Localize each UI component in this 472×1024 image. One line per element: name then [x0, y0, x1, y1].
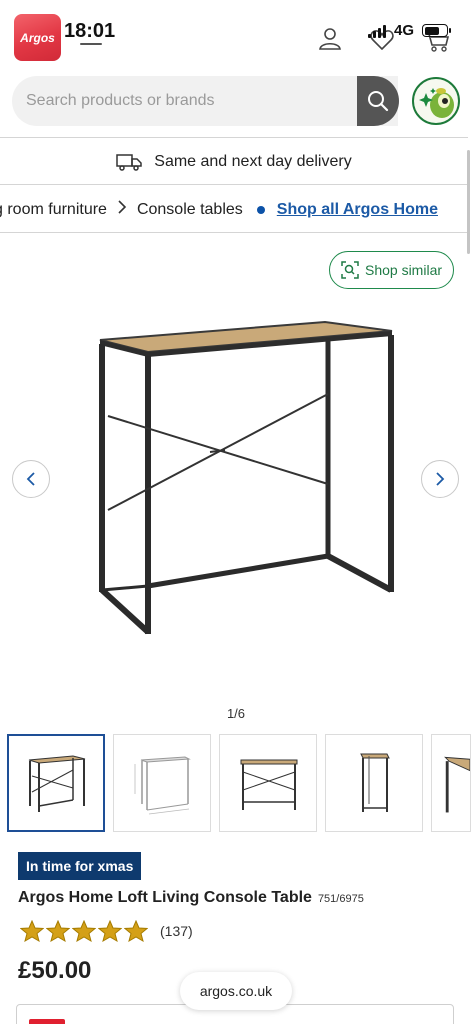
divider [0, 184, 468, 185]
next-image-button[interactable] [421, 460, 459, 498]
chevron-left-icon [26, 472, 35, 486]
thumbnail-3[interactable] [219, 734, 317, 832]
account-icon[interactable] [318, 28, 344, 55]
browser-url-bar[interactable]: argos.co.uk [180, 972, 292, 1010]
star-icon [20, 920, 44, 942]
visual-search-icon [341, 261, 359, 279]
assistant-avatar[interactable] [412, 77, 460, 125]
breadcrumb-item-console-tables[interactable]: Console tables [137, 201, 243, 219]
status-time: 18:01 [64, 20, 116, 42]
delivery-banner[interactable]: Same and next day delivery [0, 140, 468, 184]
review-count[interactable]: (137) [160, 923, 193, 939]
divider [0, 232, 468, 233]
status-indicators: 4G [362, 22, 451, 39]
logo-text: Argos [20, 30, 55, 45]
search-box [12, 76, 398, 126]
star-icon [72, 920, 96, 942]
menu-indicator [80, 43, 102, 45]
argos-app-logo[interactable]: Argos [14, 14, 61, 61]
shop-similar-button[interactable]: Shop similar [329, 251, 454, 289]
chevron-right-icon [436, 472, 445, 486]
product-price: £50.00 [18, 957, 92, 984]
network-type: 4G [393, 22, 414, 39]
thumbnail-2[interactable] [113, 734, 211, 832]
sparkle-character-icon [419, 88, 454, 118]
divider [0, 137, 468, 138]
battery-icon [422, 24, 451, 37]
star-icon [124, 920, 148, 942]
star-icon [98, 920, 122, 942]
product-title: Argos Home Loft Living Console Table [18, 889, 312, 906]
chevron-right-icon [117, 200, 127, 219]
shop-similar-label: Shop similar [364, 262, 443, 278]
signal-icon [367, 24, 386, 38]
delivery-text: Same and next day delivery [154, 153, 352, 170]
catalogue-number: 751/6975 [317, 893, 364, 905]
product-title-row: Argos Home Loft Living Console Table 751… [18, 889, 364, 907]
bullet-dot [256, 205, 265, 214]
status-bar: Argos 18:01 4G [0, 0, 472, 64]
page-scrollbar[interactable] [467, 150, 470, 254]
card-accent [29, 1019, 65, 1024]
image-pager: 1/6 [226, 706, 246, 721]
thumbnail-5[interactable] [431, 734, 471, 832]
thumbnail-4[interactable] [325, 734, 423, 832]
search-row [12, 76, 460, 126]
xmas-delivery-badge: In time for xmas [18, 852, 142, 880]
product-main-image[interactable] [60, 300, 420, 660]
search-icon [368, 91, 389, 112]
search-input[interactable] [12, 76, 352, 126]
breadcrumb-item-living-room-furniture[interactable]: g room furniture [0, 201, 107, 219]
thumbnail-strip[interactable] [7, 734, 471, 832]
star-icon [46, 920, 70, 942]
delivery-truck-icon [116, 154, 143, 171]
rating[interactable]: (137) [20, 920, 193, 942]
breadcrumb: g room furniture Console tables Shop all… [0, 190, 468, 230]
thumbnail-1[interactable] [7, 734, 105, 832]
shop-all-argos-home-link[interactable]: Shop all Argos Home [277, 201, 438, 219]
previous-image-button[interactable] [12, 460, 50, 498]
